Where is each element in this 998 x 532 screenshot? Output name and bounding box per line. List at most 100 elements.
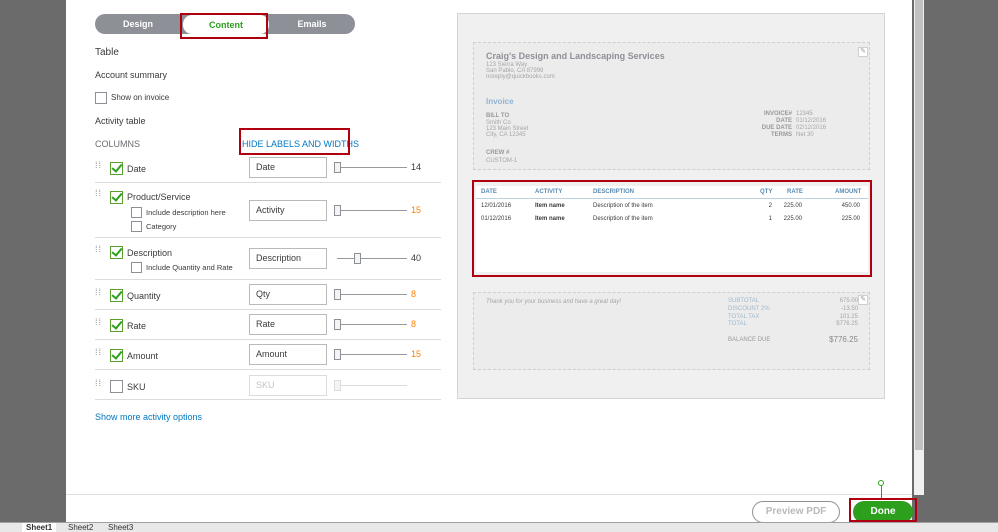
product-service-checkbox[interactable] — [110, 191, 123, 204]
drag-handle-icon[interactable]: ⁞⁞ — [95, 348, 103, 360]
preview-pdf-button[interactable]: Preview PDF — [752, 501, 840, 523]
invoice-title: Invoice — [486, 97, 514, 106]
date-width-track — [337, 167, 407, 168]
sheet-tab-1[interactable]: Sheet1 — [22, 523, 57, 532]
sheet-tabs-bar: Sheet1 Sheet2 Sheet3 — [0, 522, 998, 532]
amount-column-label: Amount — [127, 351, 159, 361]
invoice-number-label: INVOICE# — [763, 111, 792, 117]
total-label: TOTAL — [728, 321, 747, 327]
activity-width-slider[interactable] — [334, 205, 341, 216]
invoice-footer-section[interactable]: Thank you for your business and have a g… — [473, 292, 870, 370]
date-width-slider[interactable] — [334, 162, 341, 173]
date-column-label: Date — [127, 164, 147, 174]
sku-column-label: SKU — [127, 382, 146, 392]
qty-width-value: 8 — [411, 289, 417, 299]
total-value: $776.25 — [836, 321, 858, 327]
activity-table-label: Activity table — [95, 116, 146, 126]
sku-label-input[interactable]: SKU — [249, 375, 327, 396]
date-label-input[interactable]: Date — [249, 157, 327, 178]
description-label-input[interactable]: Description — [249, 248, 327, 269]
due-date: 02/12/2016 — [796, 125, 827, 131]
show-on-invoice-checkbox[interactable] — [95, 92, 107, 104]
activity-width-track — [337, 210, 407, 211]
description-checkbox[interactable] — [110, 246, 123, 259]
activity-width-value: 15 — [411, 205, 422, 215]
scrollbar-thumb[interactable] — [915, 0, 923, 450]
description-width-slider[interactable] — [354, 253, 361, 264]
drag-handle-icon[interactable]: ⁞⁞ — [95, 288, 103, 300]
drag-handle-icon[interactable]: ⁞⁞ — [95, 161, 103, 173]
amount-checkbox[interactable] — [110, 349, 123, 362]
invoice-customization-panel: Design Content Emails Table Account summ… — [66, 0, 917, 523]
show-more-activity-options-link[interactable]: Show more activity options — [95, 412, 202, 422]
date-checkbox[interactable] — [110, 162, 123, 175]
include-description-label: Include description here — [146, 208, 226, 217]
bill-to-label: BILL TO — [486, 113, 510, 119]
drag-handle-icon[interactable]: ⁞⁞ — [95, 245, 103, 257]
qty-label-input[interactable]: Qty — [249, 284, 327, 305]
due-date-label: DUE DATE — [761, 125, 792, 131]
edit-pencil-icon[interactable]: ✎ — [858, 295, 868, 305]
invoice-preview: Craig's Design and Landscaping Services … — [457, 13, 885, 399]
rate-width-slider[interactable] — [334, 319, 341, 330]
rate-checkbox[interactable] — [110, 319, 123, 332]
sheet-tab-3[interactable]: Sheet3 — [104, 523, 137, 532]
hide-labels-highlight — [239, 128, 350, 155]
rate-column-label: Rate — [127, 321, 147, 331]
company-email: noreply@quickbooks.com — [486, 74, 555, 80]
company-name: Craig's Design and Landscaping Services — [486, 51, 665, 61]
product-service-column-label: Product/Service — [127, 192, 191, 202]
selection-handle-line — [881, 486, 882, 498]
show-on-invoice-label: Show on invoice — [111, 93, 170, 102]
account-summary-label: Account summary — [95, 70, 168, 80]
category-checkbox[interactable] — [131, 221, 142, 232]
description-column-label: Description — [127, 248, 173, 258]
balance-due-value: $776.25 — [829, 335, 858, 344]
sku-checkbox[interactable] — [110, 380, 123, 393]
drag-handle-icon[interactable]: ⁞⁞ — [95, 379, 103, 391]
include-description-checkbox[interactable] — [131, 207, 142, 218]
edit-pencil-icon[interactable]: ✎ — [858, 47, 868, 57]
subtotal-label: SUBTOTAL — [728, 298, 760, 304]
outer-background — [924, 0, 998, 522]
invoice-header-section[interactable]: Craig's Design and Landscaping Services … — [473, 42, 870, 170]
terms-label: TERMS — [771, 132, 792, 138]
sheet-tab-2[interactable]: Sheet2 — [64, 523, 97, 532]
rate-width-value: 8 — [411, 319, 417, 329]
drag-handle-icon[interactable]: ⁞⁞ — [95, 318, 103, 330]
invoice-date: 01/12/2016 — [796, 118, 827, 124]
qty-width-slider[interactable] — [334, 289, 341, 300]
qty-width-track — [337, 294, 407, 295]
include-qty-rate-checkbox[interactable] — [131, 262, 142, 273]
crew-label: CREW # — [486, 150, 510, 156]
discount-value: -13.50 — [840, 306, 858, 312]
category-label: Category — [146, 222, 177, 231]
discount-label: DISCOUNT 2% — [728, 306, 770, 312]
sku-width-slider[interactable] — [334, 380, 341, 391]
tab-design[interactable]: Design — [95, 14, 181, 34]
amount-width-slider[interactable] — [334, 349, 341, 360]
activity-label-input[interactable]: Activity — [249, 200, 327, 221]
quantity-checkbox[interactable] — [110, 289, 123, 302]
tab-emails[interactable]: Emails — [269, 14, 355, 34]
date-label: DATE — [776, 118, 792, 124]
date-width-value: 14 — [411, 162, 422, 172]
thank-you-message: Thank you for your business and have a g… — [486, 299, 622, 305]
terms: Net 30 — [796, 132, 814, 138]
content-tab-highlight — [180, 13, 268, 39]
drag-handle-icon[interactable]: ⁞⁞ — [95, 189, 103, 201]
amount-width-value: 15 — [411, 349, 422, 359]
table-heading: Table — [95, 47, 119, 58]
vertical-scrollbar[interactable] — [914, 0, 924, 495]
bill-to-line-3: City, CA 12345 — [486, 132, 526, 138]
description-width-track — [337, 258, 407, 259]
amount-label-input[interactable]: Amount — [249, 344, 327, 365]
columns-label: COLUMNS — [95, 139, 141, 149]
rate-label-input[interactable]: Rate — [249, 314, 327, 335]
activity-table-highlight — [472, 180, 872, 277]
subtotal-value: 675.00 — [839, 298, 858, 304]
sku-width-track — [337, 385, 407, 386]
include-qty-rate-label: Include Quantity and Rate — [146, 263, 233, 272]
crew-value: CUSTOM-1 — [486, 158, 518, 164]
amount-width-track — [337, 354, 407, 355]
